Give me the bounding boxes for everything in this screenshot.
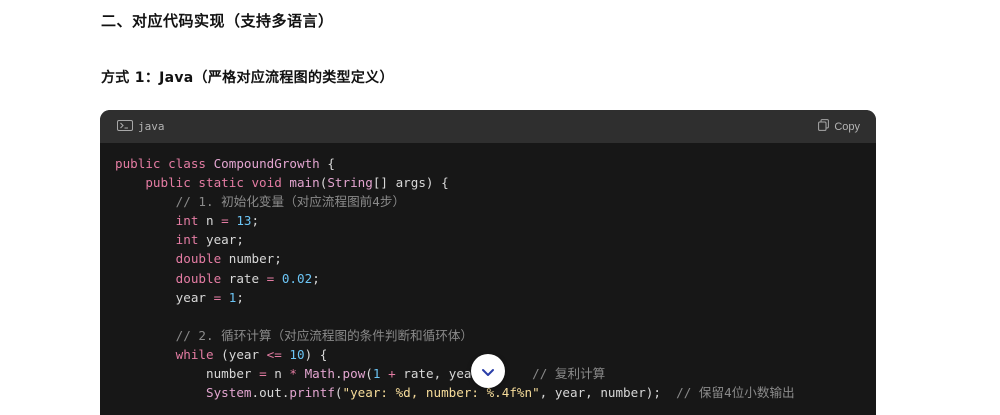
code-token: // 1. 初始化变量（对应流程图前4步） [115, 194, 406, 210]
code-token: . [334, 366, 343, 382]
code-token: public static void [115, 175, 290, 191]
code-token: n [198, 213, 222, 229]
code-token: [] args) { [372, 175, 449, 191]
code-token: * [289, 366, 297, 382]
code-token: // 保留4位小数输出 [676, 385, 795, 401]
code-token: System [206, 385, 252, 401]
code-token: rate [221, 270, 267, 286]
code-token: double [115, 270, 222, 286]
code-token: number [115, 366, 260, 382]
code-token: ( [334, 385, 343, 401]
code-block-header: java Copy [100, 110, 876, 143]
code-token: ) { [304, 346, 328, 362]
code-token: int [115, 213, 199, 229]
code-token: "year: %d, number: %.4f%n" [342, 385, 540, 401]
code-token: Math [304, 366, 335, 382]
code-line: year = 1; [115, 288, 861, 307]
code-language-label: java [117, 119, 165, 134]
chevron-down-icon [481, 362, 495, 381]
code-token: // 2. 循环计算（对应流程图的条件判断和循环体） [115, 327, 474, 343]
code-token: .out. [251, 385, 290, 401]
code-line: int year; [115, 230, 861, 249]
code-token: , year, number); [539, 385, 677, 401]
code-token: + [388, 366, 396, 382]
code-line: double rate = 0.02; [115, 269, 861, 288]
code-line: // 2. 循环计算（对应流程图的条件判断和循环体） [115, 326, 861, 345]
code-token: (year [213, 346, 267, 362]
terminal-icon [117, 119, 133, 134]
code-language: java [138, 120, 165, 133]
code-token: while [115, 346, 214, 362]
code-token: 0.02 [281, 270, 313, 286]
code-token: String [327, 175, 373, 191]
code-line: // 1. 初始化变量（对应流程图前4步） [115, 192, 861, 211]
page: 二、对应代码实现（支持多语言） 方式 1：Java（严格对应流程图的类型定义） … [0, 0, 1000, 415]
scroll-to-bottom-button[interactable] [471, 354, 505, 388]
code-token: 13 [236, 213, 252, 229]
copy-label: Copy [834, 120, 860, 133]
code-token: main [289, 175, 320, 191]
code-token: <= [266, 346, 282, 362]
code-token: year [115, 289, 214, 305]
code-line: int n = 13; [115, 211, 861, 230]
code-token: int [115, 232, 199, 248]
section-heading: 二、对应代码实现（支持多语言） [101, 12, 334, 30]
subsection-heading: 方式 1：Java（严格对应流程图的类型定义） [101, 70, 394, 86]
code-token: = [221, 213, 229, 229]
code-token: rate, yea [395, 366, 472, 382]
code-token: ( [365, 366, 373, 382]
code-token: 10 [289, 346, 305, 362]
code-token: ; [312, 270, 320, 286]
code-token: pow [342, 366, 366, 382]
code-token: { [319, 156, 335, 171]
code-token: double [115, 251, 222, 267]
code-line: public static void main(String[] args) { [115, 173, 861, 192]
code-token: number; [221, 251, 282, 267]
code-token: n [266, 366, 290, 382]
copy-button[interactable]: Copy [818, 119, 860, 134]
code-token: year; [198, 232, 244, 248]
code-line: public class CompoundGrowth { [115, 154, 861, 173]
code-token: CompoundGrowth [213, 156, 320, 171]
code-token: // 复利计算 [532, 366, 606, 382]
code-token: ; [251, 213, 260, 229]
code-token: ; [236, 289, 244, 305]
code-token: printf [289, 385, 335, 401]
code-token: public class [115, 156, 214, 171]
copy-icon [818, 119, 830, 134]
code-line: double number; [115, 249, 861, 268]
code-token: = [259, 366, 267, 382]
